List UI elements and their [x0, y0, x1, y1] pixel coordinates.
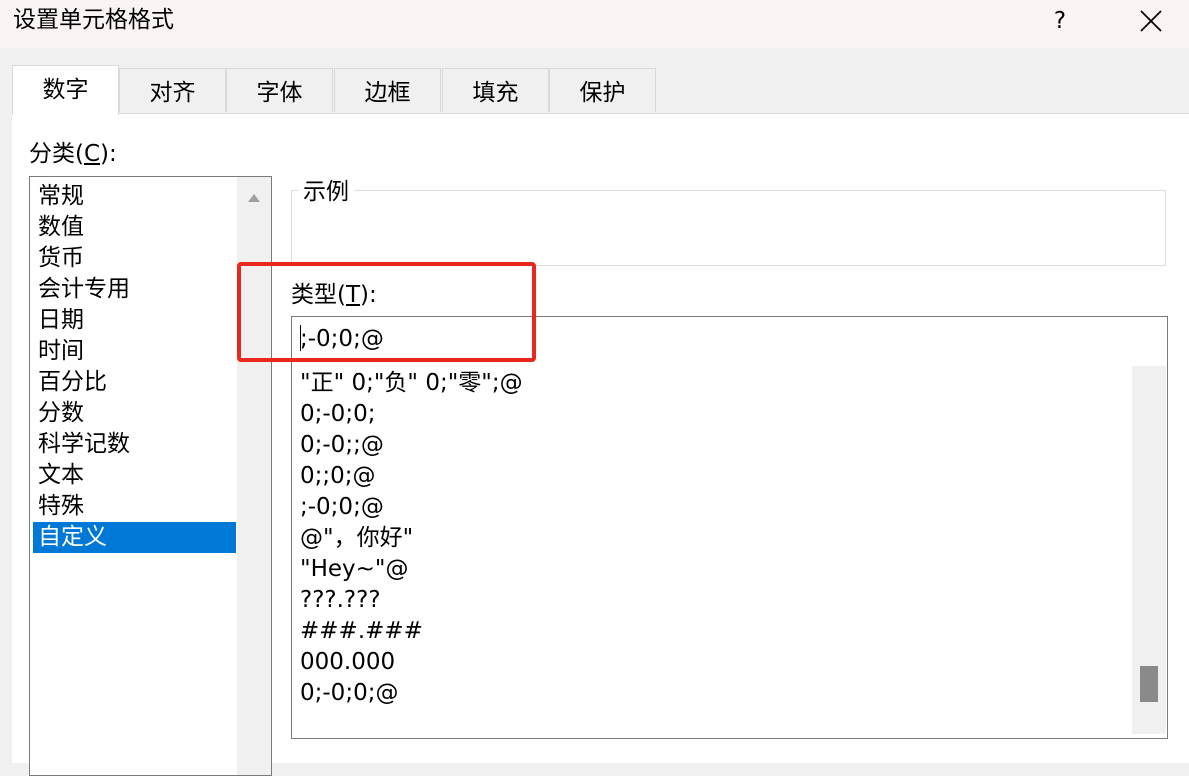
category-label-tail: ):	[100, 141, 117, 167]
format-item[interactable]: 0;-0;0;	[300, 399, 375, 430]
sample-title: 示例	[298, 178, 354, 206]
dialog-title: 设置单元格格式	[13, 7, 174, 33]
category-item-text[interactable]: 文本	[33, 460, 236, 491]
format-item[interactable]: 0;-0;0;@	[300, 678, 398, 709]
category-scrollbar[interactable]	[237, 177, 271, 775]
format-item[interactable]: ???.???	[300, 585, 381, 616]
category-item-currency[interactable]: 货币	[33, 243, 236, 274]
format-code-list[interactable]: "正" 0;"负" 0;"零";@ 0;-0;0; 0;-0;;@ 0;;0;@…	[291, 362, 1168, 739]
category-item-number[interactable]: 数值	[33, 212, 236, 243]
type-label-text: 类型(	[291, 282, 346, 308]
type-label: 类型(T):	[291, 281, 377, 309]
type-input-value: ;-0;0;@	[300, 326, 384, 352]
format-item[interactable]: 0;;0;@	[300, 461, 376, 492]
format-list-scrollbar[interactable]	[1132, 366, 1166, 734]
format-item[interactable]: "Hey~"@	[300, 554, 409, 585]
type-label-tail: ):	[360, 282, 377, 308]
dialog-title-bar: 设置单元格格式 ?	[0, 0, 1189, 48]
format-item[interactable]: 000.000	[300, 647, 395, 678]
category-list[interactable]: 常规 数值 货币 会计专用 日期 时间 百分比 分数 科学记数 文本 特殊 自定…	[29, 176, 272, 776]
help-button[interactable]: ?	[1043, 4, 1077, 38]
type-label-accesskey: T	[345, 282, 361, 308]
tab-protection[interactable]: 保护	[549, 68, 656, 112]
close-icon	[1140, 10, 1162, 32]
tab-alignment[interactable]: 对齐	[119, 68, 226, 112]
tab-font[interactable]: 字体	[226, 68, 333, 112]
category-item-fraction[interactable]: 分数	[33, 398, 236, 429]
scrollbar-thumb[interactable]	[1140, 666, 1158, 702]
format-item[interactable]: "正" 0;"负" 0;"零";@	[300, 368, 523, 399]
close-button[interactable]	[1131, 4, 1171, 38]
category-item-scientific[interactable]: 科学记数	[33, 429, 236, 460]
category-item-accounting[interactable]: 会计专用	[33, 274, 236, 305]
format-item[interactable]: ;-0;0;@	[300, 492, 384, 523]
format-item[interactable]: 0;-0;;@	[300, 430, 384, 461]
category-item-custom[interactable]: 自定义	[33, 522, 236, 553]
category-item-general[interactable]: 常规	[33, 181, 236, 212]
type-input[interactable]: ;-0;0;@	[291, 316, 1168, 363]
category-item-date[interactable]: 日期	[33, 305, 236, 336]
category-item-special[interactable]: 特殊	[33, 491, 236, 522]
category-label: 分类(C):	[29, 140, 117, 168]
category-item-time[interactable]: 时间	[33, 336, 236, 367]
tab-fill[interactable]: 填充	[442, 68, 549, 112]
tab-border[interactable]: 边框	[334, 68, 441, 112]
tab-number[interactable]: 数字	[12, 65, 119, 115]
scroll-up-arrow-icon[interactable]	[248, 194, 260, 202]
category-item-percentage[interactable]: 百分比	[33, 367, 236, 398]
category-label-text: 分类(	[29, 141, 84, 167]
format-item[interactable]: @"，你好"	[300, 523, 413, 554]
format-item[interactable]: ###.###	[300, 616, 423, 647]
category-label-accesskey: C	[83, 141, 101, 167]
sample-group	[291, 190, 1166, 266]
